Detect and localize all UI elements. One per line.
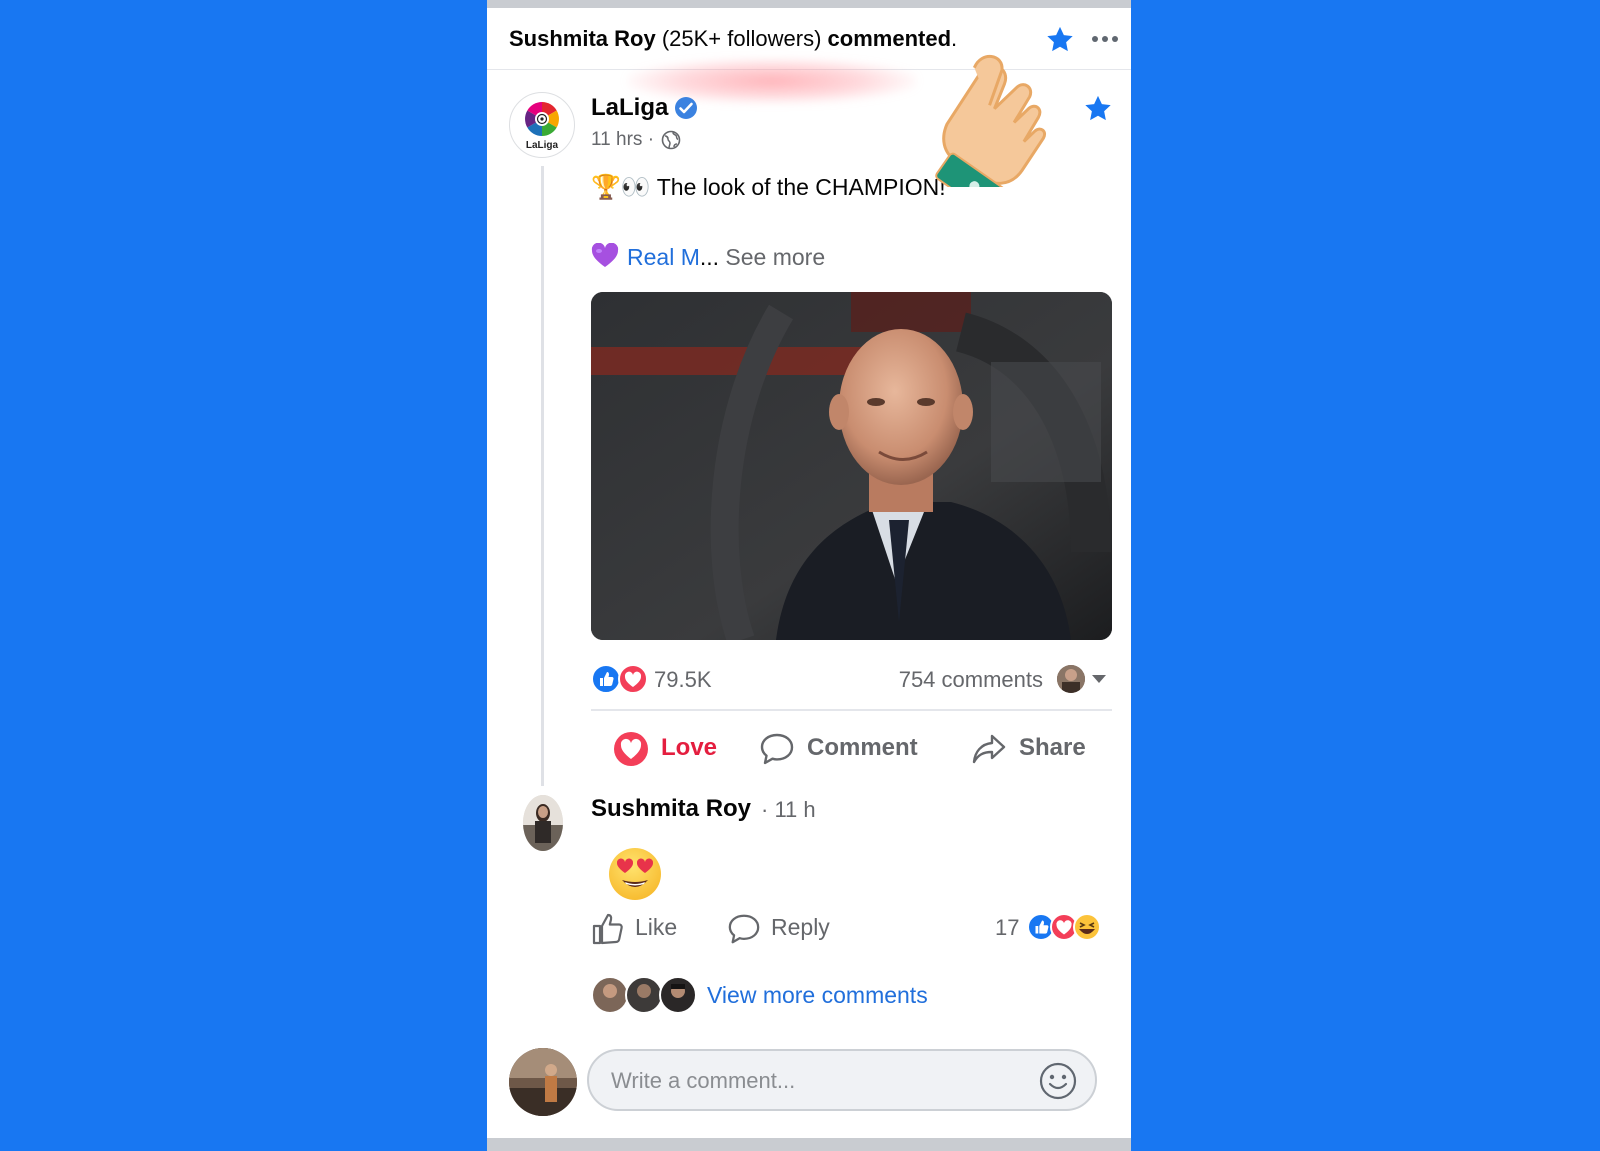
post-image[interactable] (591, 292, 1112, 640)
like-reaction-icon (591, 664, 621, 694)
notification-action: commented (827, 26, 952, 51)
comment-reaction-icons[interactable] (1027, 912, 1101, 942)
post-text-body: The look of the CHAMPION! (656, 174, 946, 200)
post-text: 🏆👀 The look of the CHAMPION! (591, 172, 946, 203)
post-continuation: Real M... See more (591, 242, 825, 272)
commenter-faces[interactable] (591, 976, 701, 1014)
reaction-count[interactable]: 79.5K (654, 666, 712, 694)
mini-avatar-photo (1057, 665, 1085, 693)
verified-badge-icon (675, 97, 697, 119)
star-icon[interactable] (1081, 93, 1115, 125)
comment-author[interactable]: Sushmita Roy (591, 794, 751, 824)
reactions-separator (591, 709, 1112, 711)
notification-user[interactable]: Sushmita Roy (509, 26, 656, 51)
top-divider (487, 0, 1131, 8)
love-filled-icon (614, 731, 648, 766)
real-madrid-link[interactable]: Real M (627, 244, 700, 270)
more-options-icon[interactable] (1091, 34, 1119, 44)
share-arrow-icon (972, 734, 1006, 763)
comment-bubble-icon (760, 733, 794, 764)
page-name[interactable]: LaLiga (591, 93, 668, 123)
comment-input[interactable] (609, 1051, 1033, 1111)
love-reaction-icon (618, 664, 648, 694)
comment-composer[interactable] (587, 1049, 1097, 1111)
heart-eyes-emoji-icon (609, 848, 661, 900)
post-reaction-icons[interactable] (591, 664, 649, 694)
chevron-down-icon[interactable] (1091, 674, 1107, 684)
notification-followers: (25K+ followers) (661, 26, 822, 51)
share-label: Share (1019, 734, 1086, 761)
love-button[interactable]: Love (613, 728, 717, 768)
post-photo (591, 292, 1112, 640)
trophy-eyes-emoji: 🏆👀 (591, 174, 651, 201)
thread-line (541, 166, 544, 786)
commenter-photo (523, 795, 563, 851)
logo-text: LaLiga (526, 140, 559, 151)
commenter-avatar[interactable] (523, 795, 563, 851)
thumbs-up-icon (592, 913, 623, 945)
comment-button[interactable]: Comment (759, 728, 918, 768)
laliga-logo-icon: LaLiga (525, 102, 559, 151)
comment-time[interactable]: · 11 h (761, 796, 816, 824)
like-label: Like (635, 914, 678, 940)
comment-reaction-count[interactable]: 17 (995, 914, 1019, 942)
view-more-comments-link[interactable]: View more comments (707, 980, 928, 1010)
haha-reaction-icon (1073, 913, 1101, 941)
my-avatar[interactable] (509, 1048, 577, 1116)
post-time[interactable]: 11 hrs (591, 129, 642, 150)
love-label: Love (661, 734, 718, 761)
post-meta: 11 hrs · (591, 128, 681, 152)
ellipsis: ... (699, 244, 720, 270)
commenter-mini-avatar[interactable] (1057, 665, 1085, 693)
notification-period: . (951, 26, 958, 51)
comment-label: Comment (807, 734, 918, 761)
bottom-divider (487, 1138, 1131, 1151)
laliga-logo[interactable]: LaLiga (509, 92, 575, 158)
comments-count[interactable]: 754 comments (899, 666, 1043, 694)
highlight-glow (627, 58, 917, 104)
globe-icon (661, 130, 681, 150)
notification-header: Sushmita Roy (25K+ followers) commented. (509, 24, 957, 54)
share-button[interactable]: Share (971, 728, 1086, 768)
reply-bubble-icon (728, 914, 760, 944)
pointing-hand-icon (935, 54, 1047, 187)
meta-separator: · (647, 129, 655, 150)
my-avatar-photo (509, 1048, 577, 1116)
see-more-link[interactable]: See more (725, 244, 825, 270)
smiley-icon[interactable] (1039, 1062, 1077, 1100)
purple-heart-icon (591, 243, 619, 267)
comment-like-button[interactable]: Like (591, 910, 677, 946)
comment-reply-button[interactable]: Reply (727, 910, 830, 946)
reply-label: Reply (771, 914, 830, 940)
